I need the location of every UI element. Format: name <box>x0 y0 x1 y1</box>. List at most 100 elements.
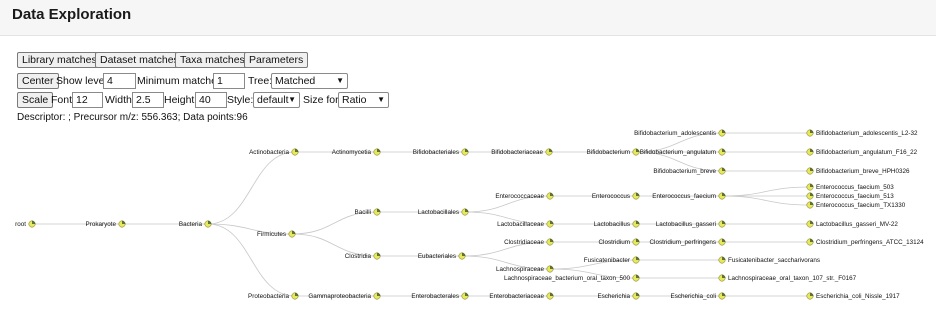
node-label: Lactobacillales <box>418 209 459 216</box>
node-label: Enterobacteriaceae <box>489 293 544 300</box>
node-label: Prokaryote <box>86 221 117 228</box>
node-label: Enterobacterales <box>411 293 459 300</box>
node-pie-wedge <box>550 238 554 242</box>
tree-node-bif-breve[interactable]: Bifidobacterium_breve <box>653 167 726 175</box>
min-matches-input[interactable] <box>213 73 245 89</box>
tree-node-s-adol-l2[interactable]: Bifidobacterium_adolescentis_L2-32 <box>806 129 918 137</box>
node-label: Escherichia <box>597 293 630 300</box>
node-label: Escherichia_coli <box>671 293 717 300</box>
node-pie-wedge <box>636 274 640 278</box>
tree-node-proteobacteria[interactable]: Proteobacteria <box>248 292 299 300</box>
node-label: Bifidobacterium_breve_HPH0326 <box>816 168 910 175</box>
show-level-label: Show level: <box>56 75 110 87</box>
node-label: Clostridium <box>599 239 631 246</box>
node-pie-wedge <box>722 256 726 260</box>
tree-node-bif-adolescentis[interactable]: Bifidobacterium_adolescentis <box>634 129 726 137</box>
node-pie-wedge <box>636 292 640 296</box>
tree-node-firmicutes[interactable]: Firmicutes <box>257 230 296 238</box>
node-label: Clostridium_perfringens <box>650 239 717 246</box>
show-level-input[interactable] <box>103 73 136 89</box>
node-pie-wedge <box>465 208 469 212</box>
node-pie-wedge <box>810 129 814 133</box>
tab-library-matches[interactable]: Library matches <box>17 52 102 68</box>
width-input[interactable] <box>132 92 164 108</box>
size-for-label: Size for: <box>303 94 342 106</box>
tree-node-lachno-500[interactable]: Lachnospiraceae_bacterium_oral_taxon_500 <box>504 274 640 282</box>
tree-node-clostridia[interactable]: Clostridia <box>345 252 381 260</box>
tree-node-lachnospiraceae[interactable]: Lachnospiraceae <box>496 265 554 273</box>
tab-taxa-matches[interactable]: Taxa matches <box>175 52 250 68</box>
node-pie-wedge <box>550 220 554 224</box>
node-label: Enterococcus <box>592 193 630 200</box>
node-label: Lactobacillaceae <box>497 221 544 228</box>
node-pie-wedge <box>377 148 381 152</box>
node-label: Lachnospiraceae_oral_taxon_107_str._F016… <box>728 275 857 282</box>
node-label: Bifidobacteriales <box>413 149 459 156</box>
tree-node-s-fae-503[interactable]: Enterococcus_faecium_503 <box>806 183 894 191</box>
tree-node-bacilli[interactable]: Bacilli <box>355 208 381 216</box>
tree-node-fus-saccharivorans[interactable]: Fusicatenibacter_saccharivorans <box>718 256 820 264</box>
node-label: Lachnospiraceae_bacterium_oral_taxon_500 <box>504 275 631 282</box>
node-label: Clostridia <box>345 253 372 260</box>
node-pie-wedge <box>122 220 126 224</box>
tab-dataset-matches[interactable]: Dataset matches <box>95 52 184 68</box>
tree-node-s-coli-nissle[interactable]: Escherichia_coli_Nissle_1917 <box>806 292 900 300</box>
node-label: Fusicatenibacter_saccharivorans <box>728 257 820 264</box>
node-label: Clostridiaceae <box>504 239 544 246</box>
tree-node-escherichia[interactable]: Escherichia <box>597 292 640 300</box>
chevron-down-icon: ▼ <box>377 95 385 104</box>
node-pie-wedge <box>377 208 381 212</box>
node-label: Bacilli <box>355 209 371 216</box>
tree-node-clostridium[interactable]: Clostridium <box>599 238 640 246</box>
node-label: Enterococcus_faecium_503 <box>816 184 894 191</box>
node-pie-wedge <box>810 201 814 205</box>
tree-node-s-gass-mv[interactable]: Lactobacillus_gasseri_MV-22 <box>806 220 899 228</box>
node-pie-wedge <box>810 192 814 196</box>
node-pie-wedge <box>32 220 36 224</box>
node-pie-wedge <box>377 252 381 256</box>
style-label: Style: <box>227 94 254 106</box>
node-pie-wedge <box>377 292 381 296</box>
tree-node-s-angul-f16[interactable]: Bifidobacterium_angulatum_F16_22 <box>806 148 918 156</box>
tree-node-s-breve-hph[interactable]: Bifidobacterium_breve_HPH0326 <box>806 167 910 175</box>
center-button[interactable]: Center <box>17 73 59 89</box>
tree-node-prokaryote[interactable]: Prokaryote <box>86 220 126 228</box>
node-pie-wedge <box>550 292 554 296</box>
tree-node-clo-perfringens[interactable]: Clostridium_perfringens <box>650 238 726 246</box>
width-label: Width: <box>105 94 135 106</box>
node-pie-wedge <box>292 230 296 234</box>
tree-node-lac-gasseri[interactable]: Lactobacillus_gasseri <box>656 220 726 228</box>
tree-node-gammaproteobacteria[interactable]: Gammaproteobacteria <box>308 292 381 300</box>
scale-button[interactable]: Scale <box>17 92 54 108</box>
tab-parameters[interactable]: Parameters <box>244 52 309 68</box>
tree-select[interactable]: Matched ▼ <box>271 73 348 89</box>
node-label: Gammaproteobacteria <box>308 293 371 300</box>
node-pie-wedge <box>810 238 814 242</box>
node-pie-wedge <box>636 192 640 196</box>
tree-node-bif-angulatum[interactable]: Bifidobacterium_angulatum <box>640 148 726 156</box>
tree-node-s-fae-tx[interactable]: Enterococcus_faecium_TX1330 <box>806 201 906 209</box>
tree-node-lactobacillaceae[interactable]: Lactobacillaceae <box>497 220 554 228</box>
tree-node-root[interactable]: root <box>15 220 36 228</box>
node-pie-wedge <box>810 167 814 171</box>
tree-node-lachno-107[interactable]: Lachnospiraceae_oral_taxon_107_str._F016… <box>718 274 857 282</box>
node-label: Lactobacillus_gasseri <box>656 221 716 228</box>
chevron-down-icon: ▼ <box>336 76 344 85</box>
node-pie-wedge <box>462 252 466 256</box>
tree-node-ent-faecium[interactable]: Enterococcus_faecium <box>652 192 726 200</box>
node-label: Proteobacteria <box>248 293 289 300</box>
tree-node-bacteria[interactable]: Bacteria <box>179 220 212 228</box>
font-input[interactable] <box>72 92 103 108</box>
node-pie-wedge <box>295 148 299 152</box>
size-for-select[interactable]: Ratio ▼ <box>338 92 389 108</box>
tree-node-s-perf-atcc[interactable]: Clostridium_perfringens_ATCC_13124 <box>806 238 924 246</box>
tree-node-s-fae-513[interactable]: Enterococcus_faecium_513 <box>806 192 894 200</box>
node-pie-wedge <box>722 238 726 242</box>
tree-node-enterobacteriaceae[interactable]: Enterobacteriaceae <box>489 292 554 300</box>
node-pie-wedge <box>722 129 726 133</box>
node-pie-wedge <box>810 292 814 296</box>
style-select[interactable]: default ▼ <box>253 92 300 108</box>
height-input[interactable] <box>195 92 227 108</box>
node-label: Bifidobacterium <box>587 149 630 156</box>
page-title: Data Exploration <box>12 6 132 23</box>
